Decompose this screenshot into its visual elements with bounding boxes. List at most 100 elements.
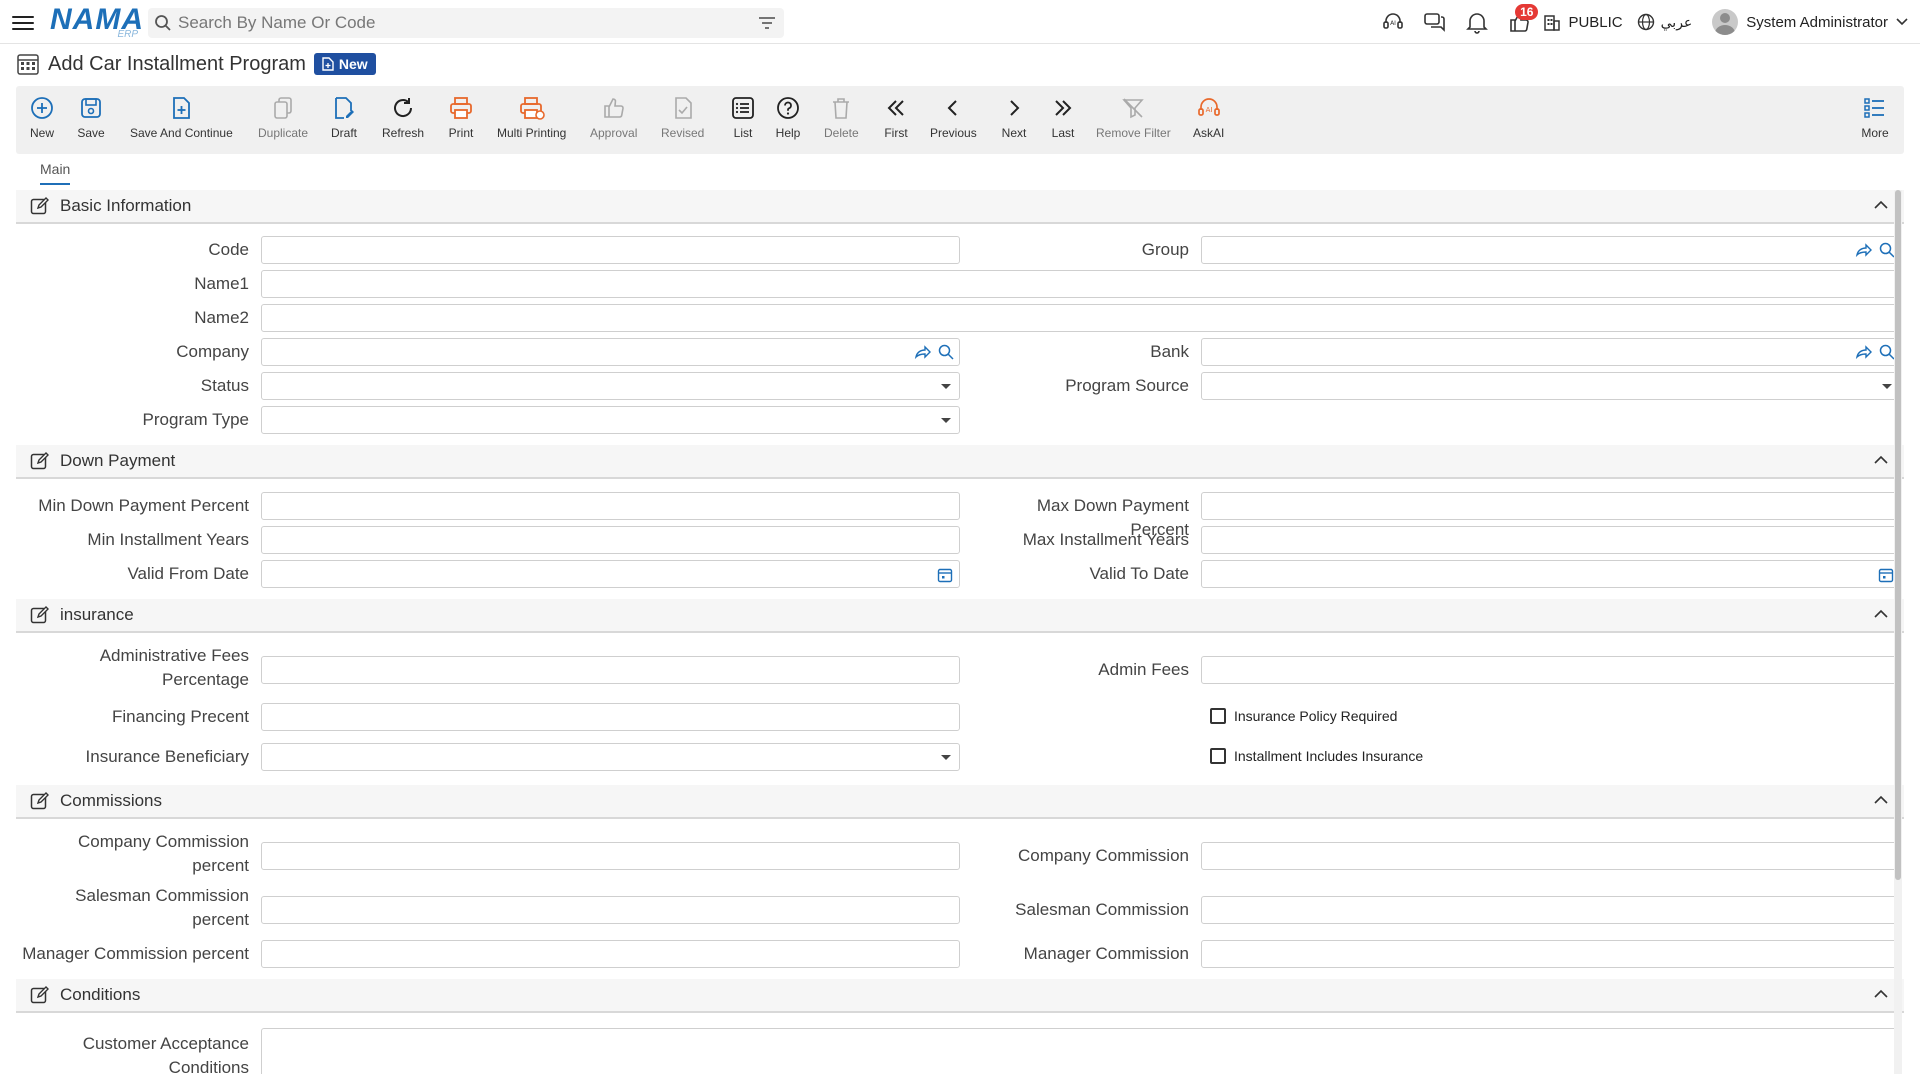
program-source-select[interactable] — [1201, 372, 1901, 400]
help-button[interactable]: Help — [774, 94, 802, 140]
valid-from-date-input[interactable] — [261, 560, 960, 588]
notification-badge: 16 — [1515, 4, 1539, 20]
company-commission-input[interactable] — [1201, 842, 1901, 870]
name2-input[interactable] — [261, 304, 1901, 332]
bank-label: Bank — [1150, 342, 1189, 361]
next-button[interactable]: Next — [1000, 94, 1028, 140]
chevron-up-icon[interactable] — [1874, 795, 1888, 805]
company-selector[interactable]: PUBLIC — [1542, 12, 1623, 32]
group-input[interactable] — [1201, 236, 1901, 264]
company-commission-percent-label-line2: percent — [192, 856, 249, 875]
bell-icon[interactable] — [1456, 0, 1498, 44]
max-down-payment-input[interactable] — [1201, 492, 1901, 520]
section-conditions[interactable]: Conditions — [16, 979, 1904, 1013]
insurance-beneficiary-label: Insurance Beneficiary — [85, 747, 249, 766]
section-down-payment[interactable]: Down Payment — [16, 445, 1904, 479]
save-button[interactable]: Save — [77, 94, 105, 140]
salesman-commission-input[interactable] — [1201, 896, 1901, 924]
last-button[interactable]: Last — [1049, 94, 1077, 140]
installment-includes-insurance-checkbox[interactable]: Installment Includes Insurance — [1210, 748, 1423, 764]
company-commission-percent-input[interactable] — [261, 842, 960, 870]
admin-fees-percentage-input[interactable] — [261, 656, 960, 684]
menu-icon[interactable] — [12, 12, 34, 32]
svg-text:AI: AI — [1391, 20, 1397, 27]
share-arrow-icon[interactable] — [1854, 343, 1872, 361]
chevron-up-icon[interactable] — [1874, 455, 1888, 465]
printer-icon — [447, 94, 475, 122]
filter-icon[interactable] — [750, 8, 784, 38]
admin-fees-input[interactable] — [1201, 656, 1901, 684]
search-input[interactable] — [178, 13, 750, 33]
askai-button[interactable]: AI AskAI — [1193, 94, 1224, 140]
remove-filter-button[interactable]: Remove Filter — [1096, 94, 1171, 140]
language-switcher[interactable]: عربي — [1637, 13, 1692, 31]
customer-acceptance-conditions-textarea[interactable] — [261, 1028, 1901, 1074]
refresh-button[interactable]: Refresh — [382, 94, 424, 140]
ai-support-icon[interactable]: AI — [1372, 0, 1414, 44]
financing-percent-input[interactable] — [261, 703, 960, 731]
chevron-right-icon — [1000, 94, 1028, 122]
chevron-up-icon[interactable] — [1874, 989, 1888, 999]
user-menu[interactable]: System Administrator — [1712, 9, 1908, 35]
previous-button[interactable]: Previous — [930, 94, 977, 140]
bank-input[interactable] — [1201, 338, 1901, 366]
new-button[interactable]: New — [28, 94, 56, 140]
manager-commission-input[interactable] — [1201, 940, 1901, 968]
more-button[interactable]: More — [1861, 94, 1889, 140]
multi-printing-label: Multi Printing — [497, 126, 567, 140]
chevron-up-icon[interactable] — [1874, 200, 1888, 210]
scrollbar-thumb[interactable] — [1895, 190, 1901, 880]
valid-from-label: Valid From Date — [127, 564, 249, 583]
chevron-down-icon — [1896, 18, 1908, 26]
code-input[interactable] — [261, 236, 960, 264]
company-label: Company — [176, 342, 249, 361]
multi-printing-button[interactable]: Multi Printing — [497, 94, 566, 140]
share-arrow-icon[interactable] — [913, 343, 931, 361]
chevron-up-icon[interactable] — [1874, 609, 1888, 619]
name1-input[interactable] — [261, 270, 1901, 298]
salesman-commission-percent-input[interactable] — [261, 896, 960, 924]
min-down-payment-input[interactable] — [261, 492, 960, 520]
manager-commission-percent-input[interactable] — [261, 940, 960, 968]
revised-button[interactable]: Revised — [661, 94, 704, 140]
more-list-icon — [1861, 94, 1889, 122]
likes-icon[interactable]: 16 — [1498, 0, 1540, 44]
save-and-continue-button[interactable]: Save And Continue — [130, 94, 233, 140]
installment-includes-insurance-label: Installment Includes Insurance — [1234, 748, 1424, 764]
logo[interactable]: NAMA ERP — [50, 5, 144, 41]
insurance-policy-required-checkbox[interactable]: Insurance Policy Required — [1210, 708, 1397, 724]
draft-button[interactable]: Draft — [330, 94, 358, 140]
first-button[interactable]: First — [882, 94, 910, 140]
share-arrow-icon[interactable] — [1854, 241, 1872, 259]
list-button[interactable]: List — [729, 94, 757, 140]
valid-to-date-input[interactable] — [1201, 560, 1901, 588]
company-input[interactable] — [261, 338, 960, 366]
checkbox-box[interactable] — [1210, 748, 1226, 764]
insurance-policy-required-label: Insurance Policy Required — [1234, 708, 1398, 724]
checkbox-box[interactable] — [1210, 708, 1226, 724]
chat-icon[interactable] — [1414, 0, 1456, 44]
search-icon[interactable] — [148, 8, 178, 38]
status-select[interactable] — [261, 372, 960, 400]
min-installment-years-input[interactable] — [261, 526, 960, 554]
ai-headset-icon: AI — [1195, 94, 1223, 122]
lookup-search-icon[interactable] — [937, 343, 955, 361]
admin-fees-percentage-label-line1: Administrative Fees — [99, 646, 249, 665]
duplicate-button[interactable]: Duplicate — [258, 94, 308, 140]
section-commissions[interactable]: Commissions — [16, 785, 1904, 819]
calendar-icon[interactable] — [1878, 567, 1894, 583]
tab-main[interactable]: Main — [40, 161, 71, 185]
program-type-select[interactable] — [261, 406, 960, 434]
print-button[interactable]: Print — [447, 94, 475, 140]
section-basic-information[interactable]: Basic Information — [16, 190, 1904, 224]
max-installment-years-input[interactable] — [1201, 526, 1901, 554]
calendar-icon[interactable] — [937, 567, 953, 583]
new-label: New — [29, 126, 54, 140]
delete-button[interactable]: Delete — [824, 94, 859, 140]
insurance-beneficiary-select[interactable] — [261, 743, 960, 771]
draft-label: Draft — [330, 126, 357, 140]
approval-button[interactable]: Approval — [590, 94, 637, 140]
section-insurance[interactable]: insurance — [16, 599, 1904, 633]
edit-icon — [30, 606, 49, 624]
revised-document-icon — [669, 94, 697, 122]
